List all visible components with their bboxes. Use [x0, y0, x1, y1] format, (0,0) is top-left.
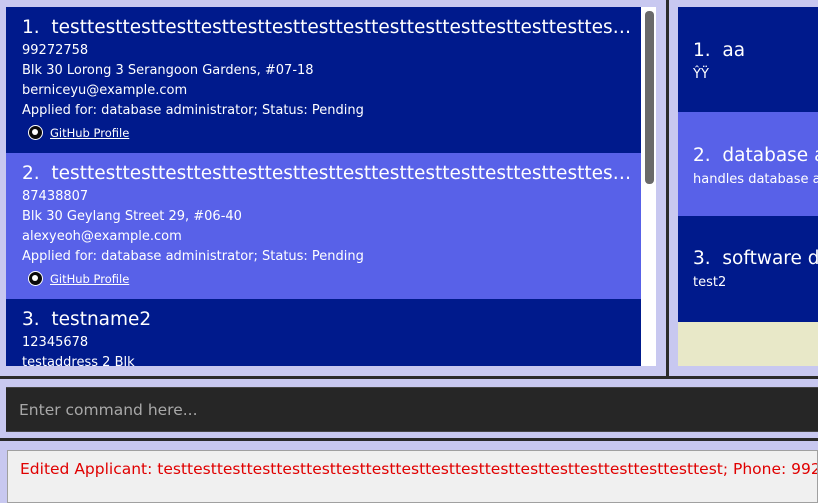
applicant-name: 2. testtesttesttesttesttesttesttesttestt… — [22, 163, 634, 184]
applicant-address: testaddress 2 Blk — [22, 355, 135, 366]
scrollbar-thumb[interactable] — [645, 11, 654, 184]
applicant-phone: 87438807 — [22, 189, 89, 204]
job-title-text: aa — [722, 40, 746, 61]
job-title-text: software developer — [722, 248, 818, 269]
applicant-index: 2. — [22, 163, 40, 184]
applicant-name-text: testname2 — [51, 309, 152, 330]
job-index: 2. — [693, 145, 711, 166]
applicant-list-panel: 1. testtesttesttesttesttesttesttesttestt… — [0, 0, 666, 376]
job-title: 3. software developer — [693, 248, 818, 269]
github-profile-link[interactable]: GitHub Profile — [50, 126, 129, 140]
result-message: Edited Applicant: testtesttesttesttestte… — [20, 460, 818, 478]
applicant-list[interactable]: 1. testtesttesttesttesttesttesttesttestt… — [6, 7, 656, 366]
job-title: 1. aa — [693, 40, 745, 61]
job-card[interactable]: 3. software developer test2 — [678, 216, 818, 322]
applicant-name: 3. testname2 — [22, 309, 634, 330]
job-list-panel: 1. aa ŶŸ 2. database administrator handl… — [669, 0, 818, 376]
github-profile-link[interactable]: GitHub Profile — [50, 272, 129, 286]
job-description: test2 — [693, 275, 727, 290]
applicant-index: 1. — [22, 17, 40, 38]
applicant-status: Applied for: database administrator; Sta… — [22, 249, 364, 264]
github-profile-link-row[interactable]: GitHub Profile — [28, 271, 129, 286]
job-card[interactable]: 1. aa ŶŸ — [678, 7, 818, 112]
job-index: 3. — [693, 248, 711, 269]
applicant-status: Applied for: database administrator; Sta… — [22, 103, 364, 118]
applicant-address: Blk 30 Geylang Street 29, #06-40 — [22, 209, 242, 224]
applicant-card[interactable]: 3. testname2 12345678 testaddress 2 Blk — [6, 299, 641, 366]
command-box-area — [0, 379, 818, 438]
job-description: handles database admin — [693, 172, 818, 187]
job-title-text: database administrator — [722, 145, 818, 166]
command-input[interactable] — [6, 388, 818, 431]
applicant-email: berniceyu@example.com — [22, 83, 188, 98]
applicant-card[interactable]: 1. testtesttesttesttesttesttesttesttestt… — [6, 7, 641, 153]
github-profile-link-row[interactable]: GitHub Profile — [28, 125, 129, 140]
applicant-name: 1. testtesttesttesttesttesttesttesttestt… — [22, 17, 634, 38]
applicant-phone: 99272758 — [22, 43, 89, 58]
job-card[interactable]: 2. database administrator handles databa… — [678, 112, 818, 216]
result-display[interactable]: Edited Applicant: testtesttesttesttestte… — [7, 450, 818, 503]
applicant-card-selected[interactable]: 2. testtesttesttesttesttesttesttesttestt… — [6, 153, 641, 299]
applicant-address: Blk 30 Lorong 3 Serangoon Gardens, #07-1… — [22, 63, 314, 78]
result-display-area: Edited Applicant: testtesttesttesttestte… — [0, 441, 818, 503]
job-description: ŶŸ — [693, 67, 709, 82]
applicant-email: alexyeoh@example.com — [22, 229, 182, 244]
applicant-phone: 12345678 — [22, 335, 89, 350]
applicant-index: 3. — [22, 309, 40, 330]
command-box — [6, 387, 818, 432]
job-title: 2. database administrator — [693, 145, 818, 166]
job-index: 1. — [693, 40, 711, 61]
applicant-name-text: testtesttesttesttesttesttesttesttesttest… — [51, 163, 634, 184]
github-icon — [28, 125, 43, 140]
github-icon — [28, 271, 43, 286]
applicant-name-text: testtesttesttesttesttesttesttesttesttest… — [51, 17, 634, 38]
job-list[interactable]: 1. aa ŶŸ 2. database administrator handl… — [678, 7, 818, 366]
